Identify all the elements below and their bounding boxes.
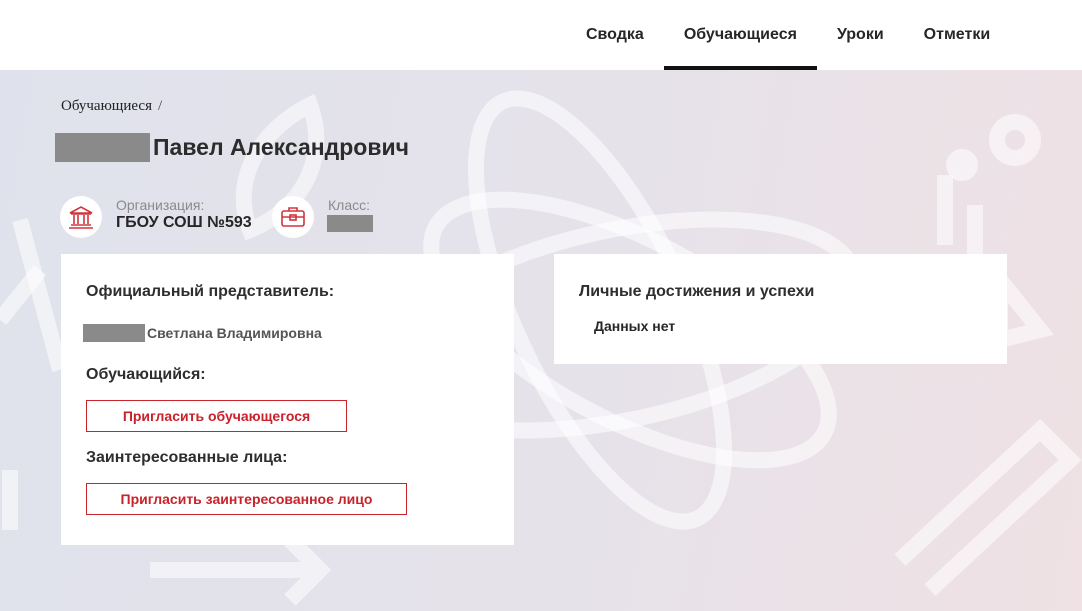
redacted-surname xyxy=(55,132,150,162)
student-name: Павел Александрович xyxy=(153,133,409,160)
bank-icon xyxy=(60,196,102,238)
representative-entry: Светлана Владимировна xyxy=(83,324,322,342)
breadcrumb-separator: / xyxy=(157,98,163,114)
breadcrumb-link-students[interactable]: Обучающиеся xyxy=(61,98,152,114)
tab-lessons[interactable]: Уроки xyxy=(817,0,904,70)
achievements-card: Личные достижения и успехи Данных нет xyxy=(554,254,1007,364)
representatives-card: Официальный представитель: Светлана Влад… xyxy=(61,254,514,545)
nav-tabs: Сводка Обучающиеся Уроки Отметки xyxy=(566,0,1010,70)
tab-grades[interactable]: Отметки xyxy=(904,0,1010,70)
official-representative-title: Официальный представитель: xyxy=(86,283,335,300)
achievements-title: Личные достижения и успехи xyxy=(579,283,815,300)
student-section-title: Обучающийся: xyxy=(86,366,206,383)
page-title: Павел Александрович xyxy=(55,132,409,162)
no-data-text: Данных нет xyxy=(594,318,676,334)
representative-name: Светлана Владимировна xyxy=(147,325,322,341)
tab-students[interactable]: Обучающиеся xyxy=(663,0,818,70)
briefcase-icon xyxy=(272,196,314,238)
breadcrumb: Обучающиеся / xyxy=(61,98,162,115)
redacted-representative-surname xyxy=(83,324,145,342)
organization-value: ГБОУ СОШ №593 xyxy=(116,214,252,231)
organization-label: Организация: xyxy=(116,197,205,213)
invite-student-button[interactable]: Пригласить обучающегося xyxy=(86,400,347,432)
redacted-class-value xyxy=(327,215,373,232)
tab-summary[interactable]: Сводка xyxy=(566,0,664,70)
class-label: Класс: xyxy=(328,197,370,213)
main-content: Обучающиеся / Павел Александрович Организ… xyxy=(0,70,1082,611)
top-navigation: Сводка Обучающиеся Уроки Отметки xyxy=(0,0,1082,70)
invite-interested-person-button[interactable]: Пригласить заинтересованное лицо xyxy=(86,483,407,515)
interested-persons-title: Заинтересованные лица: xyxy=(86,449,288,466)
